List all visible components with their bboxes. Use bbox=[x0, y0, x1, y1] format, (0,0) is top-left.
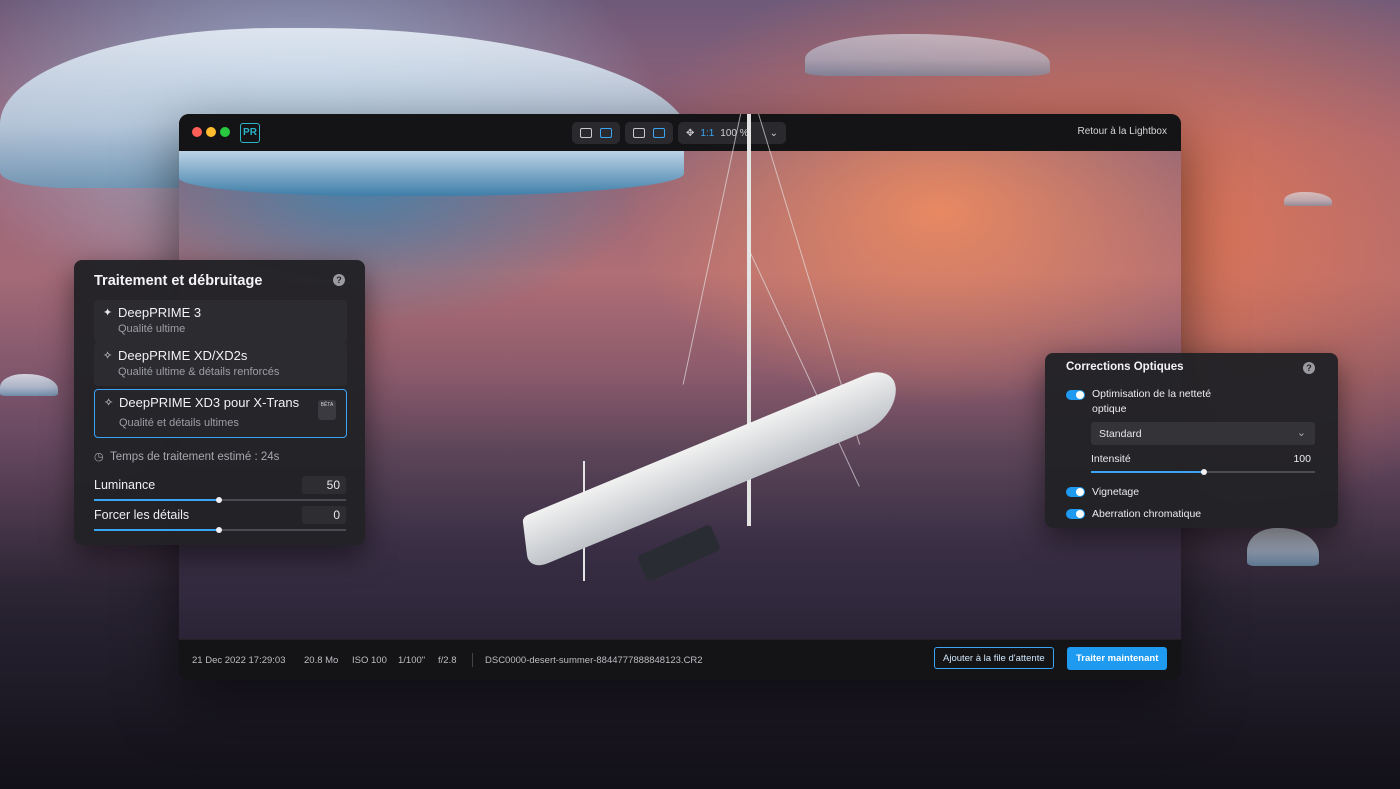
sharpness-toggle[interactable] bbox=[1066, 390, 1085, 400]
slider-track[interactable] bbox=[94, 527, 346, 533]
slider-label: Luminance bbox=[94, 478, 156, 492]
before-icon[interactable] bbox=[633, 128, 645, 138]
slider-value-field[interactable]: 0 bbox=[302, 506, 346, 524]
aperture-value: f/2.8 bbox=[438, 655, 457, 666]
process-now-button[interactable]: Traiter maintenant bbox=[1067, 647, 1168, 670]
split-compare-icon[interactable] bbox=[653, 128, 665, 138]
help-icon[interactable]: ? bbox=[1303, 362, 1315, 374]
clock-icon: ◷ bbox=[94, 451, 104, 463]
close-window-button[interactable] bbox=[192, 127, 202, 137]
intensity-value: 100 bbox=[1293, 453, 1311, 465]
ice-floe bbox=[1247, 528, 1319, 566]
sparkle-icon: ✧ bbox=[104, 397, 114, 409]
file-size: 20.8 Mo bbox=[304, 655, 339, 666]
option-title: DeepPRIME XD/XD2s bbox=[118, 348, 248, 363]
chromatic-aberration-label: Aberration chromatique bbox=[1092, 508, 1202, 520]
slider-value-field[interactable]: 50 bbox=[302, 476, 346, 494]
processing-estimate: Temps de traitement estimé : 24s bbox=[110, 451, 280, 463]
option-title: DeepPRIME XD3 pour X-Trans bbox=[119, 395, 300, 410]
help-icon[interactable]: ? bbox=[333, 274, 345, 286]
option-subtitle: Qualité ultime & détails renforcés bbox=[118, 366, 280, 378]
single-view-icon[interactable] bbox=[580, 128, 592, 138]
zoom-group: ✥ 1:1 100 % ⌄ bbox=[678, 122, 786, 144]
side-panel-view-icon[interactable] bbox=[600, 128, 612, 138]
slider-handle[interactable] bbox=[216, 527, 222, 533]
denoise-panel: Traitement et débruitage ? ✦ DeepPRIME 3… bbox=[74, 260, 365, 545]
iceberg-reflection bbox=[179, 151, 684, 196]
slider-fill bbox=[1091, 471, 1203, 473]
ice-floe bbox=[1284, 192, 1332, 206]
sparkle-icon: ✦ bbox=[103, 307, 113, 319]
denoise-panel-title: Traitement et débruitage bbox=[94, 273, 263, 289]
move-icon[interactable]: ✥ bbox=[686, 128, 694, 139]
denoise-option-deepprime3[interactable]: ✦ DeepPRIME 3 Qualité ultime bbox=[94, 300, 347, 343]
vignetting-label: Vignetage bbox=[1092, 486, 1140, 498]
sharpness-mode-select[interactable]: Standard ⌄ bbox=[1091, 422, 1315, 445]
slider-fill bbox=[94, 529, 218, 531]
status-bar: 21 Dec 2022 17:29:03 20.8 Mo ISO 100 1/1… bbox=[179, 639, 1181, 680]
chevron-down-icon: ⌄ bbox=[1296, 427, 1306, 439]
minimize-window-button[interactable] bbox=[206, 127, 216, 137]
slider-label: Forcer les détails bbox=[94, 508, 190, 522]
zoom-1to1-button[interactable]: 1:1 bbox=[700, 128, 714, 139]
title-bar: PR ✥ 1:1 100 % ⌄ Retour à la Lightbox bbox=[179, 114, 1181, 152]
divider bbox=[472, 653, 473, 667]
optics-panel: Corrections Optiques ? Optimisation de l… bbox=[1045, 353, 1338, 528]
view-mode-group bbox=[572, 122, 620, 144]
beta-badge: BÊTA bbox=[318, 400, 336, 420]
option-title: DeepPRIME 3 bbox=[118, 305, 202, 320]
intensity-label: Intensité bbox=[1091, 453, 1131, 465]
chromatic-aberration-toggle[interactable] bbox=[1066, 509, 1085, 519]
iceberg-small bbox=[805, 34, 1050, 76]
rigging-line bbox=[682, 114, 746, 385]
zoom-window-button[interactable] bbox=[220, 127, 230, 137]
add-to-queue-button[interactable]: Ajouter à la file d'attente bbox=[934, 647, 1054, 669]
shutter-speed: 1/100" bbox=[398, 655, 426, 666]
option-subtitle: Qualité et détails ultimes bbox=[119, 417, 239, 429]
intensity-slider[interactable] bbox=[1091, 469, 1315, 475]
denoise-option-deepprime-xd[interactable]: ✧ DeepPRIME XD/XD2s Qualité ultime & dét… bbox=[94, 343, 347, 386]
option-subtitle: Qualité ultime bbox=[118, 323, 186, 335]
chevron-down-icon[interactable]: ⌄ bbox=[770, 128, 778, 139]
slider-handle[interactable] bbox=[216, 497, 222, 503]
denoise-option-deepprime-xd3[interactable]: ✧ DeepPRIME XD3 pour X-Trans Qualité et … bbox=[94, 389, 347, 438]
sparkle-icon: ✧ bbox=[103, 350, 113, 362]
slider-fill bbox=[94, 499, 218, 501]
slider-track[interactable] bbox=[94, 497, 346, 503]
file-name: DSC0000-desert-summer-8844777888848123.C… bbox=[485, 655, 703, 666]
sharpness-label: Optimisation de la netteté bbox=[1092, 388, 1212, 400]
app-logo: PR bbox=[240, 123, 260, 143]
ice-floe bbox=[0, 374, 58, 396]
optics-panel-title: Corrections Optiques bbox=[1066, 361, 1184, 373]
capture-date: 21 Dec 2022 17:29:03 bbox=[192, 655, 286, 666]
compare-mode-group bbox=[625, 122, 673, 144]
sharpness-label-line2: optique bbox=[1092, 403, 1127, 415]
slider-handle[interactable] bbox=[1201, 469, 1207, 475]
selected-mode: Standard bbox=[1099, 428, 1142, 440]
sailboat-deck bbox=[636, 523, 722, 583]
back-to-lightbox-link[interactable]: Retour à la Lightbox bbox=[1077, 126, 1167, 137]
iso-value: ISO 100 bbox=[352, 655, 387, 666]
vignetting-toggle[interactable] bbox=[1066, 487, 1085, 497]
